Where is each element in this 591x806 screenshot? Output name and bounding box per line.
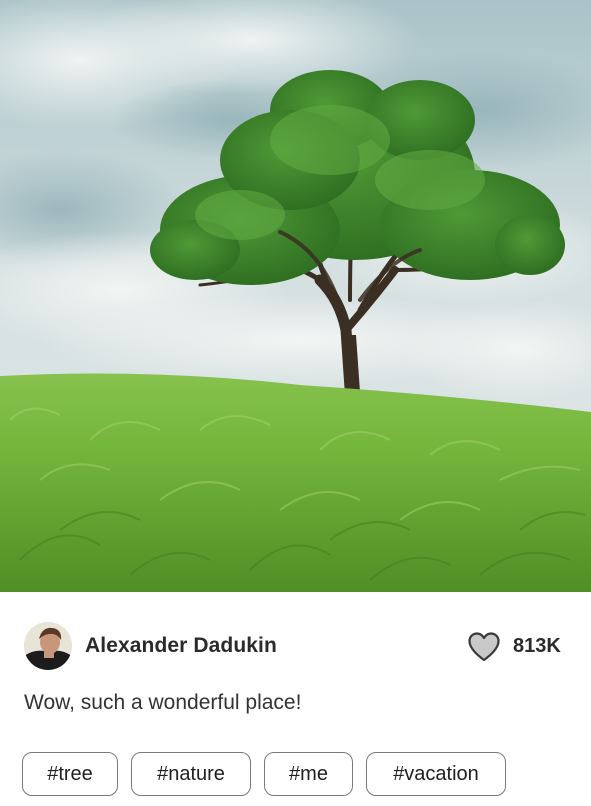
like-count: 813K [513,635,561,657]
landscape-image [0,0,591,592]
like-button[interactable] [467,630,501,664]
tag-chip[interactable]: #vacation [366,752,506,796]
heart-icon [468,632,500,662]
avatar-image [24,622,72,670]
avatar[interactable] [24,622,72,670]
tag-chip[interactable]: #nature [131,752,251,796]
post-photo[interactable] [0,0,591,592]
tag-chip[interactable]: #tree [22,752,118,796]
post-card: Alexander Dadukin 813K Wow, such a wonde… [0,0,591,806]
author-name[interactable]: Alexander Dadukin [85,634,277,658]
tag-chip[interactable]: #me [264,752,353,796]
tag-list: #tree #nature #me #vacation [22,752,506,796]
post-author-row: Alexander Dadukin 813K [24,622,568,672]
post-caption: Wow, such a wonderful place! [24,691,302,714]
